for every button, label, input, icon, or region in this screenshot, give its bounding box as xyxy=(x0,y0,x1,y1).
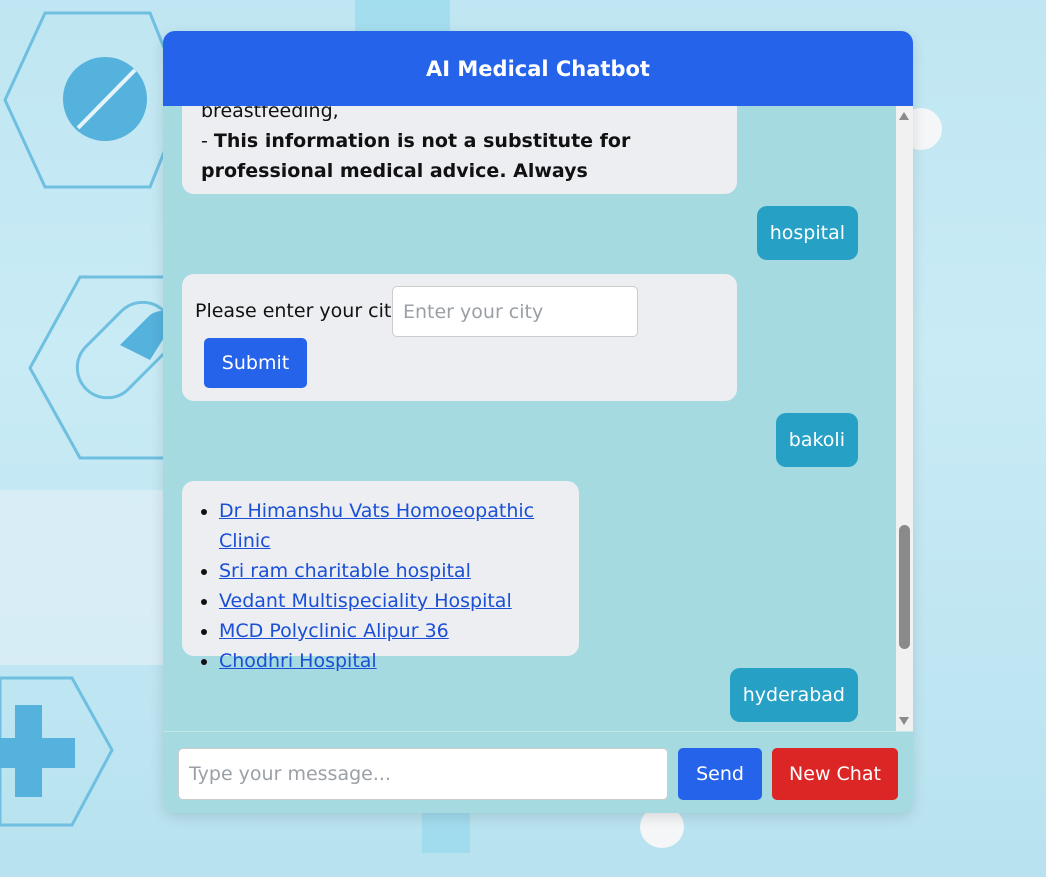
hospital-link[interactable]: MCD Polyclinic Alipur 36 xyxy=(219,620,449,642)
user-message: bakoli xyxy=(775,413,858,467)
list-item: Chodhri Hospital xyxy=(219,646,567,676)
disclaimer-text: - This information is not a substitute f… xyxy=(201,130,631,182)
list-item: Vedant Multispeciality Hospital xyxy=(219,586,567,616)
message-list[interactable]: breastfeeding, - This information is not… xyxy=(163,106,896,731)
background-shape xyxy=(355,0,450,31)
background-shape xyxy=(422,813,470,853)
input-bar: Send New Chat xyxy=(163,731,913,813)
city-input[interactable] xyxy=(392,286,638,337)
hospital-link[interactable]: Vedant Multispeciality Hospital xyxy=(219,590,512,612)
hospital-link[interactable]: Chodhri Hospital xyxy=(219,650,377,672)
hospital-link[interactable]: Dr Himanshu Vats Homoeopathic Clinic xyxy=(219,500,534,552)
scrollbar[interactable] xyxy=(896,106,913,731)
user-message: hospital xyxy=(756,206,858,260)
scroll-thumb[interactable] xyxy=(899,525,910,649)
list-item: Sri ram charitable hospital xyxy=(219,556,567,586)
chat-header: AI Medical Chatbot xyxy=(163,31,913,106)
app-title: AI Medical Chatbot xyxy=(426,56,650,81)
send-button[interactable]: Send xyxy=(678,748,762,800)
hospital-list: Dr Himanshu Vats Homoeopathic Clinic Sri… xyxy=(182,481,579,676)
city-label: Please enter your city: xyxy=(195,300,408,322)
bot-message-city-form: Please enter your city: Submit xyxy=(182,274,737,401)
medical-icons-decoration xyxy=(0,11,163,827)
bot-message-info: breastfeeding, - This information is not… xyxy=(182,106,737,194)
message-input[interactable] xyxy=(178,748,668,800)
list-item: Dr Himanshu Vats Homoeopathic Clinic xyxy=(219,496,567,556)
new-chat-button[interactable]: New Chat xyxy=(772,748,898,800)
hospital-link[interactable]: Sri ram charitable hospital xyxy=(219,560,471,582)
info-line: breastfeeding, xyxy=(201,106,339,122)
scroll-up-arrow-icon[interactable] xyxy=(899,112,909,120)
user-message: hyderabad xyxy=(729,668,858,722)
hexagon-outline-icon xyxy=(28,275,163,460)
scroll-down-arrow-icon[interactable] xyxy=(899,717,909,725)
list-item: MCD Polyclinic Alipur 36 xyxy=(219,616,567,646)
submit-button[interactable]: Submit xyxy=(204,338,307,388)
chat-window: AI Medical Chatbot breastfeeding, - This… xyxy=(163,31,913,813)
bot-message-hospital-list: Dr Himanshu Vats Homoeopathic Clinic Sri… xyxy=(182,481,579,672)
info-text: breastfeeding, - This information is not… xyxy=(201,106,721,186)
